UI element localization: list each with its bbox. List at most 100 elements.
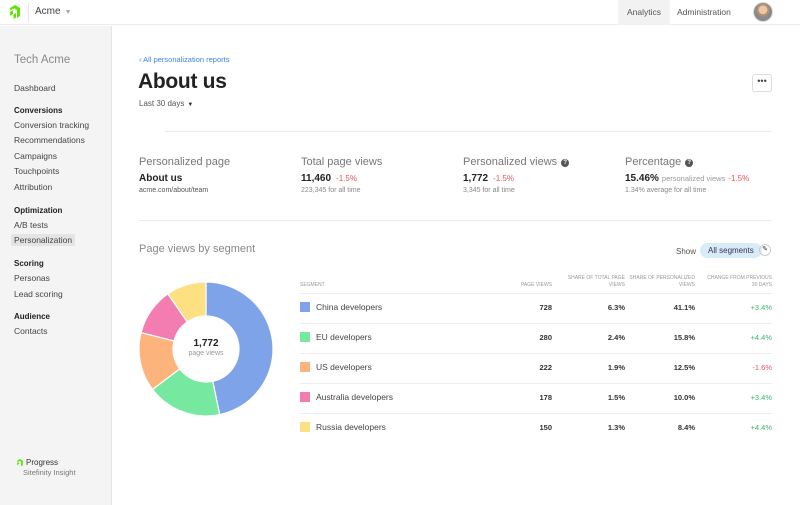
cell-share-total: 1.3% <box>607 423 625 432</box>
kpi-inline-label: personalized views <box>661 174 726 183</box>
sidebar-heading-optimization: Optimization <box>14 206 63 215</box>
tab-administration[interactable]: Administration <box>668 0 740 25</box>
table-row[interactable]: EU developers 280 2.4% 15.8% +4.4% <box>300 323 772 353</box>
segment-name: EU developers <box>316 332 372 342</box>
sidebar-title: Tech Acme <box>14 54 71 66</box>
cell-page-views: 222 <box>539 363 552 372</box>
top-bar: Acme ▼ Analytics Administration <box>0 0 800 25</box>
help-icon[interactable]: ? <box>561 159 570 167</box>
sidebar-item-ab-tests[interactable]: A/B tests <box>14 220 48 230</box>
col-header-share-total: Share of total page views <box>567 275 625 288</box>
cell-change: -1.6% <box>752 363 772 372</box>
cell-change: +3.4% <box>750 393 772 402</box>
kpi-value: About us <box>139 173 183 184</box>
progress-logo-icon <box>17 458 23 466</box>
kpi-sub: 3,345 for all time <box>463 187 515 194</box>
sidebar-item-conversion-tracking[interactable]: Conversion tracking <box>14 120 89 130</box>
cell-change: +4.4% <box>750 333 772 342</box>
sidebar-item-personalization[interactable]: Personalization <box>11 234 76 246</box>
kpi-percentage: Percentage? 15.46% personalized views -1.5… <box>625 156 749 194</box>
user-avatar[interactable] <box>753 2 773 22</box>
back-link-label: All personalization reports <box>143 55 230 64</box>
sidebar-item-lead-scoring[interactable]: Lead scoring <box>14 289 63 299</box>
cell-share-personalized: 10.0% <box>673 393 695 402</box>
kpi-personalized-views: Personalized views? 1,772 -1.5% 3,345 for… <box>463 156 570 194</box>
kpi-value: 11,460 <box>301 173 332 184</box>
kpi-value: 1,772 <box>463 173 489 184</box>
table-row[interactable]: Australia developers 178 1.5% 10.0% +3.4% <box>300 383 772 413</box>
segment-name: Russia developers <box>316 422 386 432</box>
tab-analytics[interactable]: Analytics <box>618 0 671 25</box>
sidebar-heading-scoring: Scoring <box>14 259 44 268</box>
segment-color-swatch <box>300 362 310 372</box>
col-header-page-views: Page views <box>520 282 552 288</box>
cell-share-personalized: 12.5% <box>673 363 695 372</box>
col-header-segment: Segment <box>300 282 325 288</box>
sidebar-item-dashboard[interactable]: Dashboard <box>14 83 56 93</box>
date-range-dropdown[interactable]: Last 30 days ▼ <box>139 99 193 108</box>
segment-filter-pill[interactable]: All segments <box>700 243 762 258</box>
product-name: Sitefinity Insight <box>23 468 76 477</box>
org-switcher[interactable]: Acme ▼ <box>35 6 72 17</box>
col-header-share-personalized: Share of personalized views <box>629 275 695 288</box>
cell-share-personalized: 41.1% <box>673 303 695 312</box>
sidebar-heading-conversions: Conversions <box>14 106 63 115</box>
sidebar-item-campaigns[interactable]: Campaigns <box>14 151 57 161</box>
kpi-delta: -1.5% <box>493 174 514 183</box>
kpi-delta: -1.5% <box>336 174 357 183</box>
help-icon[interactable]: ? <box>685 159 694 167</box>
kpi-delta: -1.5% <box>728 174 750 183</box>
col-header-change: Change from previous 30 days <box>707 275 772 288</box>
segment-color-swatch <box>300 302 310 312</box>
cell-share-total: 1.5% <box>607 393 625 402</box>
chevron-down-icon: ▼ <box>64 9 72 16</box>
date-range-label: Last 30 days <box>139 99 185 108</box>
kpi-total-page-views: Total page views 11,460 -1.5% 223,345 for… <box>301 156 382 194</box>
kpi-url: acme.com/about/team <box>139 187 209 194</box>
kpi-label: Total page views <box>301 156 383 168</box>
org-name: Acme <box>35 6 61 17</box>
segment-color-swatch <box>300 422 310 432</box>
divider <box>165 131 772 132</box>
table-row[interactable]: Russia developers 150 1.3% 8.4% +4.4% <box>300 413 772 443</box>
more-options-button[interactable]: ••• <box>752 74 772 92</box>
cell-share-total: 1.9% <box>607 363 625 372</box>
brand-name: Progress <box>26 458 59 467</box>
segment-color-swatch <box>300 392 310 402</box>
donut-center: 1,772 page views <box>138 338 274 357</box>
cell-share-total: 2.4% <box>607 333 625 342</box>
kpi-label: Percentage <box>625 156 682 168</box>
sidebar-item-recommendations[interactable]: Recommendations <box>14 135 85 145</box>
cell-share-total: 6.3% <box>607 303 625 312</box>
table-row[interactable]: China developers 728 6.3% 41.1% +3.4% <box>300 293 772 323</box>
section-title: Page views by segment <box>139 243 256 255</box>
sidebar-item-touchpoints[interactable]: Touchpoints <box>14 166 59 176</box>
donut-center-label: page views <box>188 350 224 357</box>
kpi-label: Personalized page <box>139 156 231 168</box>
back-link[interactable]: ‹ All personalization reports <box>139 55 229 64</box>
caret-down-icon: ▼ <box>187 102 194 108</box>
pencil-icon[interactable]: ✎ <box>759 244 771 256</box>
sidebar-item-attribution[interactable]: Attribution <box>14 182 52 192</box>
segment-name: Australia developers <box>316 392 394 402</box>
cell-share-personalized: 15.8% <box>673 333 695 342</box>
topbar-separator <box>28 3 29 22</box>
table-row[interactable]: US developers 222 1.9% 12.5% -1.6% <box>300 353 772 383</box>
page-title: About us <box>138 70 227 93</box>
sidebar-item-personas[interactable]: Personas <box>14 273 50 283</box>
segment-name: China developers <box>316 302 383 312</box>
progress-logo-icon[interactable] <box>8 5 22 19</box>
donut-center-value: 1,772 <box>193 338 219 349</box>
cell-page-views: 280 <box>539 333 552 342</box>
kpi-label: Personalized views <box>463 156 558 168</box>
sidebar-item-contacts[interactable]: Contacts <box>14 326 48 336</box>
cell-change: +3.4% <box>750 303 772 312</box>
cell-change: +4.4% <box>750 423 772 432</box>
segment-name: US developers <box>316 362 372 372</box>
kpi-value: 15.46% <box>625 173 659 184</box>
segment-color-swatch <box>300 332 310 342</box>
cell-page-views: 178 <box>539 393 552 402</box>
kpi-sub: 1.34% average for all time <box>625 187 707 194</box>
kpi-personalized-page: Personalized page About us acme.com/abou… <box>139 156 230 194</box>
divider <box>139 220 772 221</box>
